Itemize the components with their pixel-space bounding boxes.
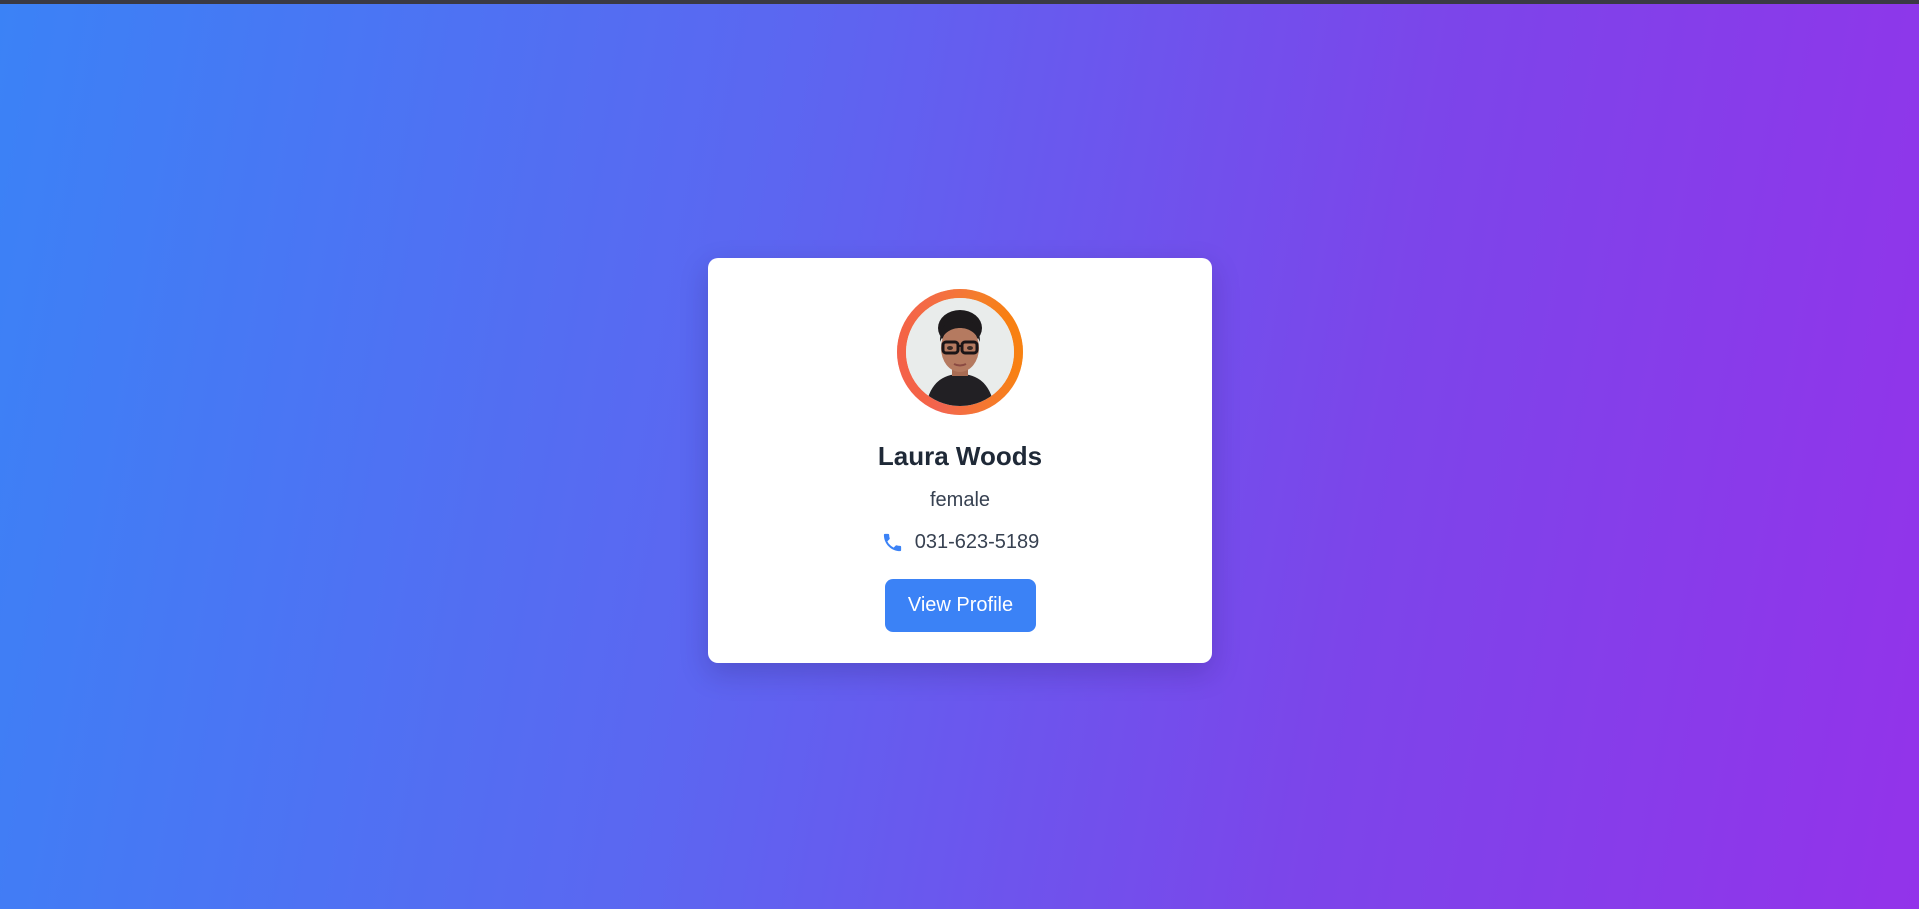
avatar-photo <box>906 298 1014 406</box>
phone-icon <box>881 531 904 554</box>
view-profile-button[interactable]: View Profile <box>885 579 1036 632</box>
avatar <box>906 298 1014 406</box>
phone-number: 031-623-5189 <box>914 531 1040 553</box>
window-top-edge <box>0 0 1919 4</box>
phone-row: 031-623-5189 <box>708 528 1212 556</box>
profile-card: Laura Woods female 031-623-5189 View Pro… <box>708 258 1212 663</box>
profile-name: Laura Woods <box>877 441 1043 471</box>
avatar-ring <box>897 289 1023 415</box>
profile-gender: female <box>929 489 991 511</box>
